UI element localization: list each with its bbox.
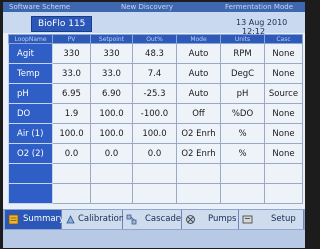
pv-cell: 33.0 bbox=[52, 63, 91, 84]
tab-setup[interactable]: Setup bbox=[239, 210, 304, 229]
unit-name-button[interactable]: BioFlo 115 bbox=[31, 16, 93, 32]
column-header: Casc bbox=[264, 34, 303, 44]
top-status-bar: Software Scheme New Discovery Fermentati… bbox=[3, 2, 305, 12]
tab-cascade[interactable]: Cascade bbox=[123, 210, 182, 229]
pv-cell: 100.0 bbox=[52, 123, 91, 144]
loop-name-agit[interactable]: Agit bbox=[8, 43, 53, 64]
screen: Software Scheme New Discovery Fermentati… bbox=[3, 2, 305, 248]
empty-cell bbox=[90, 163, 133, 184]
mode-cell[interactable]: Auto bbox=[176, 63, 221, 84]
empty-cell bbox=[176, 183, 221, 204]
table-row[interactable]: Temp 33.0 33.0 7.4 Auto DegC None bbox=[8, 63, 303, 84]
table-row[interactable]: Air (1) 100.0 100.0 100.0 O2 Enrh % None bbox=[8, 123, 303, 144]
tab-label: Summary bbox=[23, 214, 65, 224]
setpoint-cell[interactable]: 6.90 bbox=[90, 83, 133, 104]
empty-loop-cell bbox=[8, 163, 53, 184]
empty-cell bbox=[132, 163, 177, 184]
header-center-text: New Discovery bbox=[121, 3, 174, 11]
mode-cell[interactable]: O2 Enrh bbox=[176, 123, 221, 144]
tab-pumps[interactable]: Pumps bbox=[182, 210, 239, 229]
empty-row bbox=[8, 163, 303, 184]
setpoint-cell[interactable]: 330 bbox=[90, 43, 133, 64]
empty-row bbox=[8, 183, 303, 204]
column-header: Out% bbox=[132, 34, 177, 44]
pump-icon bbox=[186, 215, 195, 224]
tab-label: Pumps bbox=[208, 214, 237, 224]
cascade-cell[interactable]: None bbox=[264, 143, 303, 164]
tab-summary[interactable]: Summary bbox=[5, 210, 65, 229]
table-row[interactable]: Agit 330 330 48.3 Auto RPM None bbox=[8, 43, 303, 64]
pv-cell: 330 bbox=[52, 43, 91, 64]
pv-cell: 1.9 bbox=[52, 103, 91, 124]
header-right-text: Fermentation Mode bbox=[225, 3, 294, 11]
units-cell: pH bbox=[220, 83, 265, 104]
output-cell: 48.3 bbox=[132, 43, 177, 64]
empty-loop-cell bbox=[8, 183, 53, 204]
empty-cell bbox=[52, 163, 91, 184]
pv-cell: 6.95 bbox=[52, 83, 91, 104]
loop-name-air[interactable]: Air (1) bbox=[8, 123, 53, 144]
empty-cell bbox=[90, 183, 133, 204]
tab-calibration[interactable]: Calibration bbox=[62, 210, 125, 229]
column-header: LoopName bbox=[8, 34, 53, 44]
summary-icon bbox=[8, 214, 19, 225]
empty-cell bbox=[264, 163, 303, 184]
table-row[interactable]: O2 (2) 0.0 0.0 0.0 O2 Enrh % None bbox=[8, 143, 303, 164]
cascade-cell[interactable]: None bbox=[264, 123, 303, 144]
empty-cell bbox=[264, 183, 303, 204]
setpoint-cell[interactable]: 0.0 bbox=[90, 143, 133, 164]
loop-summary-table: LoopName PV Setpoint Out% Mode Units Cas… bbox=[8, 34, 303, 204]
column-header: Mode bbox=[176, 34, 221, 44]
units-cell: DegC bbox=[220, 63, 265, 84]
header-left-text: Software Scheme bbox=[9, 3, 71, 11]
empty-cell bbox=[52, 183, 91, 204]
setpoint-cell[interactable]: 100.0 bbox=[90, 103, 133, 124]
table-header-row: LoopName PV Setpoint Out% Mode Units Cas… bbox=[8, 34, 303, 44]
empty-cell bbox=[132, 183, 177, 204]
column-header: PV bbox=[52, 34, 91, 44]
tab-label: Setup bbox=[271, 214, 296, 224]
table-row[interactable]: pH 6.95 6.90 -25.3 Auto pH Source bbox=[8, 83, 303, 104]
setpoint-cell[interactable]: 100.0 bbox=[90, 123, 133, 144]
calibration-icon bbox=[66, 215, 75, 224]
output-cell: 100.0 bbox=[132, 123, 177, 144]
output-cell: -100.0 bbox=[132, 103, 177, 124]
units-cell: %DO bbox=[220, 103, 265, 124]
tab-label: Calibration bbox=[78, 214, 125, 224]
column-header: Units bbox=[220, 34, 265, 44]
units-cell: % bbox=[220, 143, 265, 164]
cascade-cell[interactable]: None bbox=[264, 63, 303, 84]
cascade-icon bbox=[126, 214, 137, 225]
column-header: Setpoint bbox=[90, 34, 133, 44]
date: 13 Aug 2010 bbox=[236, 18, 288, 27]
mode-cell[interactable]: O2 Enrh bbox=[176, 143, 221, 164]
pv-cell: 0.0 bbox=[52, 143, 91, 164]
loop-name-o2[interactable]: O2 (2) bbox=[8, 143, 53, 164]
empty-cell bbox=[176, 163, 221, 184]
bottom-bezel-area bbox=[3, 230, 305, 248]
tab-label: Cascade bbox=[145, 214, 182, 224]
output-cell: 7.4 bbox=[132, 63, 177, 84]
cascade-cell[interactable]: Source bbox=[264, 83, 303, 104]
output-cell: -25.3 bbox=[132, 83, 177, 104]
cascade-cell[interactable]: None bbox=[264, 43, 303, 64]
units-cell: RPM bbox=[220, 43, 265, 64]
setup-icon bbox=[242, 215, 253, 224]
mode-cell[interactable]: Off bbox=[176, 103, 221, 124]
table-row[interactable]: DO 1.9 100.0 -100.0 Off %DO None bbox=[8, 103, 303, 124]
empty-cell bbox=[220, 163, 265, 184]
output-cell: 0.0 bbox=[132, 143, 177, 164]
mode-cell[interactable]: Auto bbox=[176, 43, 221, 64]
loop-name-ph[interactable]: pH bbox=[8, 83, 53, 104]
loop-name-do[interactable]: DO bbox=[8, 103, 53, 124]
empty-cell bbox=[220, 183, 265, 204]
units-cell: % bbox=[220, 123, 265, 144]
mode-cell[interactable]: Auto bbox=[176, 83, 221, 104]
loop-name-temp[interactable]: Temp bbox=[8, 63, 53, 84]
cascade-cell[interactable]: None bbox=[264, 103, 303, 124]
setpoint-cell[interactable]: 33.0 bbox=[90, 63, 133, 84]
